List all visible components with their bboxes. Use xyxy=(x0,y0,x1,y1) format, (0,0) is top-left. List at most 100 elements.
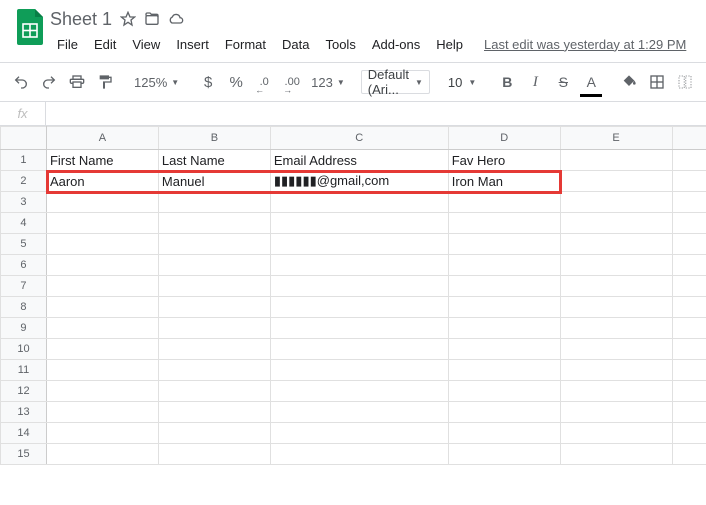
cell-d11[interactable] xyxy=(448,360,560,381)
cell-b6[interactable] xyxy=(158,255,270,276)
font-dropdown[interactable]: Default (Ari...▼ xyxy=(361,70,430,94)
cell-c13[interactable] xyxy=(270,402,448,423)
cell-f9[interactable] xyxy=(672,318,706,339)
cell-f14[interactable] xyxy=(672,423,706,444)
cell-d5[interactable] xyxy=(448,234,560,255)
cloud-icon[interactable] xyxy=(168,11,184,27)
menu-format[interactable]: Format xyxy=(218,35,273,54)
select-all-corner[interactable] xyxy=(1,127,47,150)
cell-d2[interactable]: Iron Man xyxy=(448,171,560,192)
cell-d15[interactable] xyxy=(448,444,560,465)
cell-d6[interactable] xyxy=(448,255,560,276)
numfmt-dropdown[interactable]: 123▼ xyxy=(307,75,349,90)
row-header-8[interactable]: 8 xyxy=(1,297,47,318)
menu-file[interactable]: File xyxy=(50,35,85,54)
sheets-logo-icon[interactable] xyxy=(17,9,43,45)
cell-c15[interactable] xyxy=(270,444,448,465)
cell-b12[interactable] xyxy=(158,381,270,402)
cell-e1[interactable] xyxy=(560,150,672,171)
cell-a15[interactable] xyxy=(46,444,158,465)
cell-f10[interactable] xyxy=(672,339,706,360)
last-edit-link[interactable]: Last edit was yesterday at 1:29 PM xyxy=(484,37,686,52)
cell-f2[interactable] xyxy=(672,171,706,192)
cell-c9[interactable] xyxy=(270,318,448,339)
menu-view[interactable]: View xyxy=(125,35,167,54)
cell-e12[interactable] xyxy=(560,381,672,402)
cell-a10[interactable] xyxy=(46,339,158,360)
col-header-e[interactable]: E xyxy=(560,127,672,150)
star-icon[interactable] xyxy=(120,11,136,27)
cell-d14[interactable] xyxy=(448,423,560,444)
cell-e14[interactable] xyxy=(560,423,672,444)
merge-button[interactable] xyxy=(672,69,698,95)
undo-button[interactable] xyxy=(8,69,34,95)
cell-a12[interactable] xyxy=(46,381,158,402)
cell-c4[interactable] xyxy=(270,213,448,234)
zoom-dropdown[interactable]: 125%▼ xyxy=(130,75,183,90)
cell-f4[interactable] xyxy=(672,213,706,234)
cell-a1[interactable]: First Name xyxy=(46,150,158,171)
cell-b4[interactable] xyxy=(158,213,270,234)
cell-b13[interactable] xyxy=(158,402,270,423)
cell-a14[interactable] xyxy=(46,423,158,444)
cell-b8[interactable] xyxy=(158,297,270,318)
row-header-12[interactable]: 12 xyxy=(1,381,47,402)
cell-e7[interactable] xyxy=(560,276,672,297)
cell-d3[interactable] xyxy=(448,192,560,213)
cell-b14[interactable] xyxy=(158,423,270,444)
spreadsheet-grid[interactable]: A B C D E 1 First Name Last Name Email A… xyxy=(0,126,706,465)
cell-a11[interactable] xyxy=(46,360,158,381)
bold-button[interactable]: B xyxy=(494,69,520,95)
cell-a5[interactable] xyxy=(46,234,158,255)
paint-format-button[interactable] xyxy=(92,69,118,95)
cell-b9[interactable] xyxy=(158,318,270,339)
menu-insert[interactable]: Insert xyxy=(169,35,216,54)
cell-b7[interactable] xyxy=(158,276,270,297)
cell-f15[interactable] xyxy=(672,444,706,465)
cell-e9[interactable] xyxy=(560,318,672,339)
cell-d4[interactable] xyxy=(448,213,560,234)
cell-b5[interactable] xyxy=(158,234,270,255)
cell-b15[interactable] xyxy=(158,444,270,465)
row-header-6[interactable]: 6 xyxy=(1,255,47,276)
col-header-a[interactable]: A xyxy=(46,127,158,150)
row-header-3[interactable]: 3 xyxy=(1,192,47,213)
cell-c5[interactable] xyxy=(270,234,448,255)
row-header-15[interactable]: 15 xyxy=(1,444,47,465)
cell-e4[interactable] xyxy=(560,213,672,234)
cell-c12[interactable] xyxy=(270,381,448,402)
row-header-5[interactable]: 5 xyxy=(1,234,47,255)
borders-button[interactable] xyxy=(644,69,670,95)
cell-c8[interactable] xyxy=(270,297,448,318)
cell-f5[interactable] xyxy=(672,234,706,255)
cell-a3[interactable] xyxy=(46,192,158,213)
menu-tools[interactable]: Tools xyxy=(318,35,362,54)
cell-d7[interactable] xyxy=(448,276,560,297)
cell-c2[interactable]: ▮▮▮▮▮▮@gmail,com xyxy=(270,171,448,192)
cell-e15[interactable] xyxy=(560,444,672,465)
cell-c7[interactable] xyxy=(270,276,448,297)
cell-e6[interactable] xyxy=(560,255,672,276)
cell-f7[interactable] xyxy=(672,276,706,297)
cell-a7[interactable] xyxy=(46,276,158,297)
strike-button[interactable]: S xyxy=(550,69,576,95)
text-color-button[interactable]: A xyxy=(578,69,604,95)
row-header-9[interactable]: 9 xyxy=(1,318,47,339)
cell-a2[interactable]: Aaron xyxy=(46,171,158,192)
dec-less-button[interactable]: .0← xyxy=(251,69,277,95)
cell-f11[interactable] xyxy=(672,360,706,381)
cell-d13[interactable] xyxy=(448,402,560,423)
cell-d8[interactable] xyxy=(448,297,560,318)
cell-b11[interactable] xyxy=(158,360,270,381)
cell-f13[interactable] xyxy=(672,402,706,423)
row-header-1[interactable]: 1 xyxy=(1,150,47,171)
cell-e5[interactable] xyxy=(560,234,672,255)
menu-help[interactable]: Help xyxy=(429,35,470,54)
row-header-10[interactable]: 10 xyxy=(1,339,47,360)
cell-a13[interactable] xyxy=(46,402,158,423)
cell-f6[interactable] xyxy=(672,255,706,276)
cell-c3[interactable] xyxy=(270,192,448,213)
cell-f8[interactable] xyxy=(672,297,706,318)
cell-e2[interactable] xyxy=(560,171,672,192)
cell-f1[interactable] xyxy=(672,150,706,171)
